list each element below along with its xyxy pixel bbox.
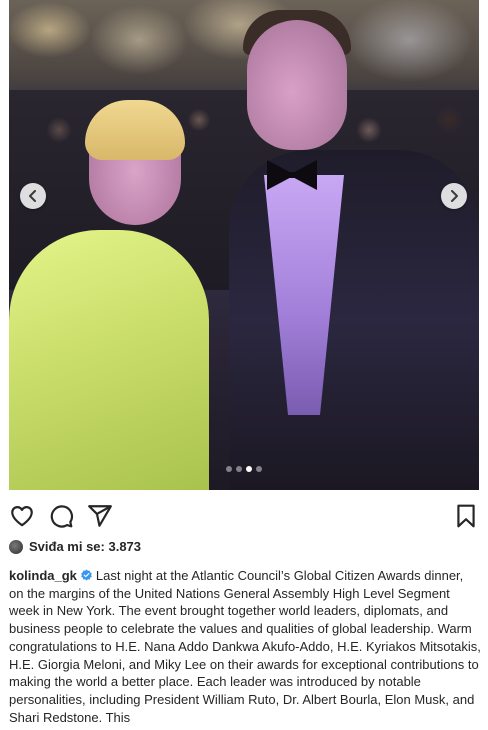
likes-label: Sviđa mi se: 3.873 (29, 539, 142, 554)
comment-icon (50, 505, 74, 528)
chevron-left-icon (29, 190, 36, 202)
carousel-dot (226, 466, 232, 472)
share-button[interactable] (87, 503, 113, 529)
carousel-dot (236, 466, 242, 472)
verified-badge-icon (81, 569, 92, 581)
post-caption: kolinda_gk Last night at the Atlantic Co… (9, 567, 481, 726)
post-actions (0, 500, 488, 530)
woman-in-green-dress (9, 230, 209, 490)
carousel-dot (256, 466, 262, 472)
liker-avatar (9, 539, 23, 554)
chevron-right-icon (451, 190, 458, 202)
author-username[interactable]: kolinda_gk (9, 568, 77, 583)
bookmark-icon (457, 504, 475, 528)
carousel-next-button[interactable] (441, 183, 467, 209)
comment-button[interactable] (48, 503, 74, 529)
paper-plane-icon (88, 505, 112, 527)
carousel-indicator (0, 466, 488, 472)
likes-count[interactable]: Sviđa mi se: 3.873 (9, 539, 141, 554)
like-button[interactable] (9, 503, 35, 529)
carousel-dot (246, 466, 252, 472)
face (247, 20, 347, 150)
heart-icon (11, 506, 33, 527)
carousel-prev-button[interactable] (20, 183, 46, 209)
post-photo[interactable] (9, 0, 479, 490)
caption-text: Last night at the Atlantic Council’s Glo… (9, 568, 481, 725)
save-button[interactable] (453, 503, 479, 529)
